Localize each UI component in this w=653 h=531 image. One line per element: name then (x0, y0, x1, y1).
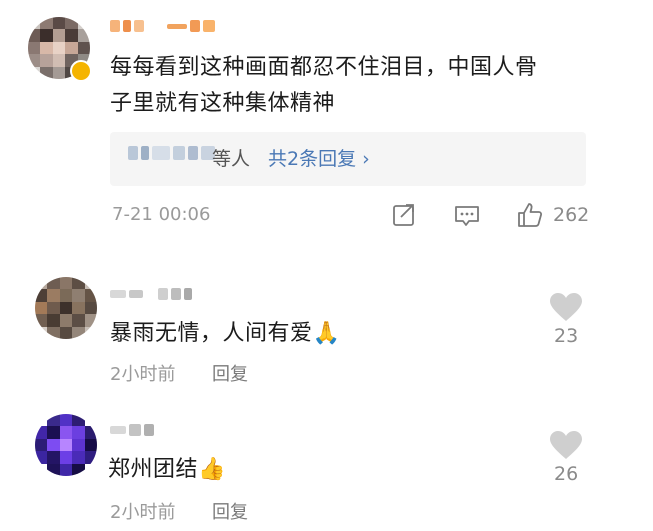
reply-text: 暴雨无情，人间有爱🙏 (110, 321, 341, 346)
reply-summary[interactable]: 等人 共2条回复 › (110, 132, 586, 186)
reply-button[interactable]: 回复 (212, 360, 248, 386)
like-count: 23 (554, 325, 579, 347)
comment-time: 7-21 00:06 (112, 204, 211, 225)
username-blurred[interactable] (110, 288, 192, 300)
view-replies-link[interactable]: 共2条回复 › (268, 144, 370, 171)
reply-button[interactable]: 回复 (212, 498, 248, 524)
username-blurred[interactable] (110, 424, 154, 436)
vip-badge-icon (70, 60, 92, 82)
like-count: 262 (553, 204, 590, 226)
avatar[interactable] (35, 277, 97, 339)
reply-text: 郑州团结👍 (108, 457, 226, 482)
thumbs-up-icon[interactable] (516, 201, 544, 229)
like-count: 26 (554, 463, 579, 485)
share-icon[interactable] (392, 203, 416, 227)
reply-users-blurred (128, 146, 215, 160)
comment-text-line1: 每每看到这种画面都忍不住泪目，中国人骨 (110, 55, 538, 80)
comment-text-line2: 子里就有这种集体精神 (110, 91, 336, 116)
reply-time: 2小时前 (110, 502, 176, 523)
avatar[interactable] (35, 414, 97, 476)
heart-icon[interactable] (549, 292, 583, 322)
username-blurred[interactable] (110, 20, 215, 32)
heart-icon[interactable] (549, 430, 583, 460)
comment-icon[interactable] (454, 205, 480, 227)
reply-summary-suffix: 等人 (212, 148, 251, 170)
reply-time: 2小时前 (110, 364, 176, 385)
